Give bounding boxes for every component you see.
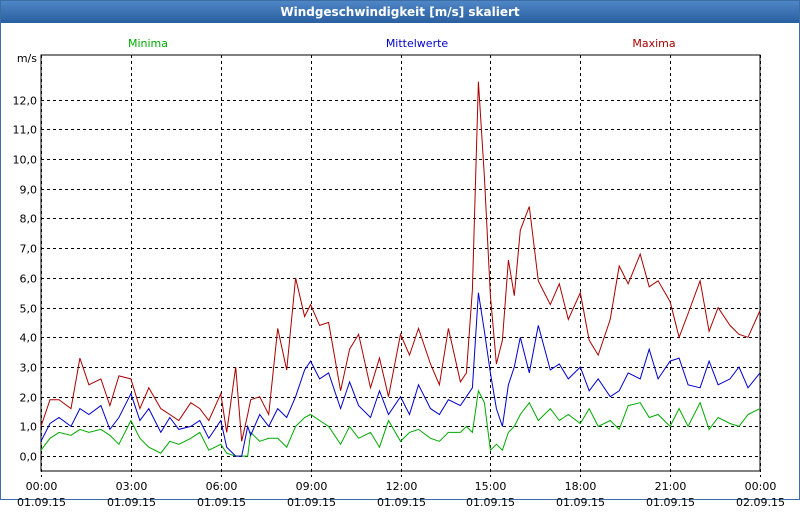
x-tick-date: 01.09.15 bbox=[197, 496, 246, 509]
x-tick-date: 01.09.15 bbox=[287, 496, 336, 509]
x-tick-date: 01.09.15 bbox=[17, 496, 66, 509]
window-title: Windgeschwindigkeit [m/s] skaliert bbox=[1, 1, 799, 23]
y-tick-label: 6,0 bbox=[20, 273, 38, 286]
y-tick-label: 1,0 bbox=[20, 421, 38, 434]
y-tick-label: 8,0 bbox=[20, 213, 38, 226]
x-tick-time: 21:00 bbox=[655, 480, 687, 493]
legend-label-mittelwerte: Mittelwerte bbox=[386, 37, 449, 50]
y-tick-label: 7,0 bbox=[20, 243, 38, 256]
x-tick-time: 00:00 bbox=[26, 480, 58, 493]
y-tick-label: 10,0 bbox=[13, 154, 38, 167]
x-tick-date: 01.09.15 bbox=[646, 496, 695, 509]
x-tick-date: 01.09.15 bbox=[107, 496, 156, 509]
y-tick-label: 2,0 bbox=[20, 392, 38, 405]
y-axis-unit: m/s bbox=[17, 52, 37, 65]
y-tick-label: 4,0 bbox=[20, 332, 38, 345]
x-tick-date: 01.09.15 bbox=[466, 496, 515, 509]
x-tick-time: 18:00 bbox=[565, 480, 597, 493]
wind-speed-chart: 0,0 1,0 2,0 3,0 4,0 5,0 6,0 7,0 8,0 9,0 10,0 11,0 12… bbox=[13, 37, 785, 509]
y-tick-label: 3,0 bbox=[20, 362, 38, 375]
x-tick-date: 01.09.15 bbox=[377, 496, 426, 509]
chart-window: Windgeschwindigkeit [m/s] skaliert 0,0 1,… bbox=[0, 0, 800, 509]
legend-label-maxima: Maxima bbox=[632, 37, 675, 50]
x-tick-time: 09:00 bbox=[296, 480, 328, 493]
x-tick-time: 12:00 bbox=[386, 480, 418, 493]
y-tick-label: 11,0 bbox=[13, 124, 38, 137]
y-tick-label: 9,0 bbox=[20, 184, 38, 197]
x-tick-time: 03:00 bbox=[116, 480, 148, 493]
y-tick-label: 5,0 bbox=[20, 303, 38, 316]
x-tick-date: 01.09.15 bbox=[556, 496, 605, 509]
y-tick-label: 12,0 bbox=[13, 95, 38, 108]
x-tick-date: 02.09.15 bbox=[736, 496, 785, 509]
x-tick-time: 06:00 bbox=[206, 480, 238, 493]
x-tick-time: 00:00 bbox=[745, 480, 777, 493]
x-tick-time: 15:00 bbox=[475, 480, 507, 493]
legend-label-minima: Minima bbox=[128, 37, 168, 50]
y-tick-label: 0,0 bbox=[20, 451, 38, 464]
